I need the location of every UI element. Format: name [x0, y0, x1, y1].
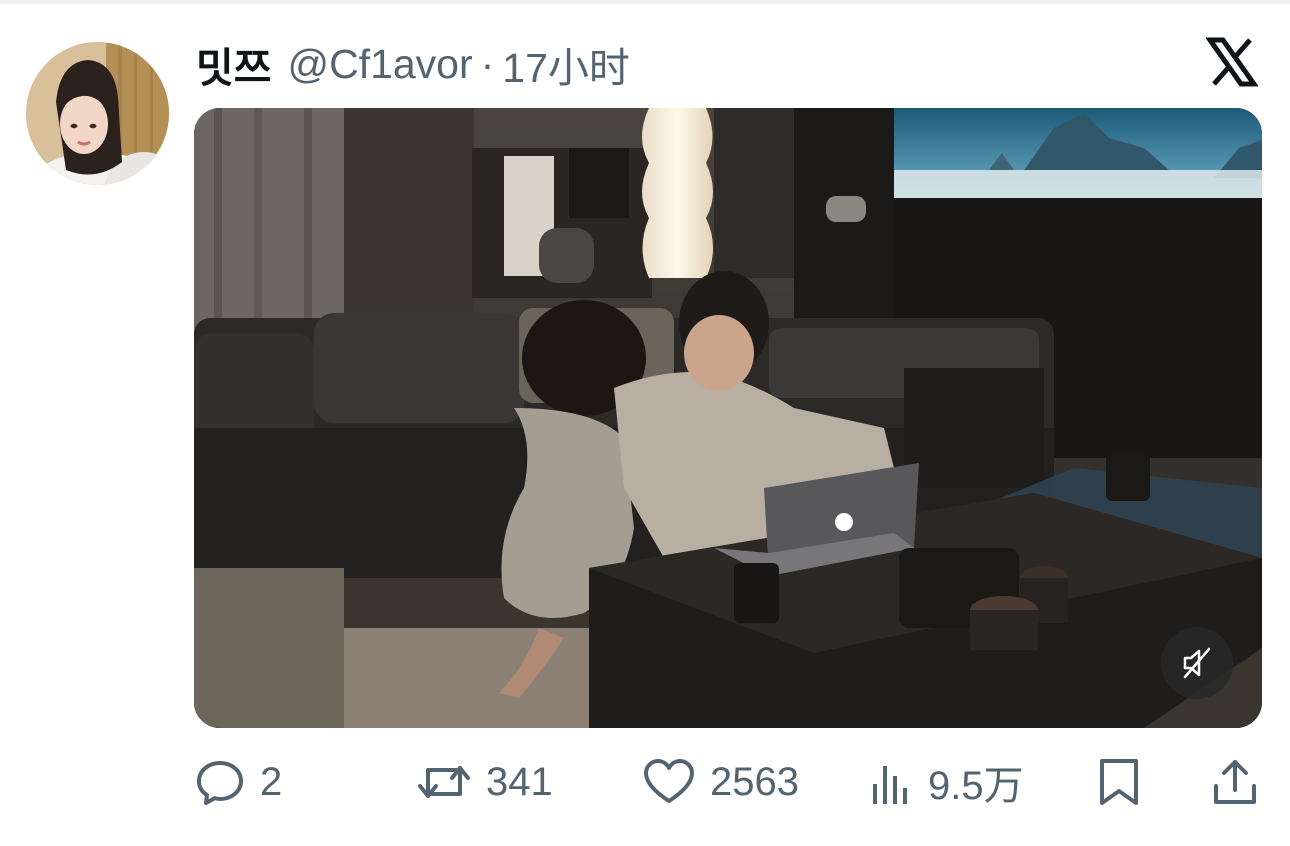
- muted-speaker-icon: [1183, 647, 1211, 679]
- timestamp[interactable]: 17小时: [502, 34, 630, 94]
- tweet-header: 밋쯔 @Cf1avor · 17小时: [196, 38, 630, 92]
- bookmark-icon: [1096, 756, 1142, 808]
- mute-button[interactable]: [1161, 627, 1233, 699]
- views-icon: [870, 756, 914, 808]
- video-player[interactable]: [194, 108, 1262, 728]
- views-count: 9.5万: [928, 764, 1024, 808]
- views-button[interactable]: 9.5万: [870, 752, 1024, 812]
- reply-button[interactable]: 2: [194, 752, 282, 812]
- bookmark-button[interactable]: [1096, 752, 1142, 812]
- reply-icon: [194, 756, 246, 808]
- top-divider: [0, 0, 1290, 4]
- tweet-actions: 2 341 2563 9.5万: [194, 752, 1266, 812]
- repost-count: 341: [486, 759, 553, 804]
- x-logo-icon[interactable]: [1205, 36, 1259, 88]
- heart-icon: [642, 756, 696, 808]
- video-frame: [194, 108, 1262, 728]
- display-name[interactable]: 밋쯔: [196, 34, 271, 94]
- like-count: 2563: [710, 759, 799, 804]
- like-button[interactable]: 2563: [642, 752, 799, 812]
- avatar-image: [26, 42, 169, 185]
- reply-count: 2: [260, 759, 283, 804]
- share-button[interactable]: [1210, 752, 1260, 812]
- repost-icon: [416, 756, 472, 808]
- avatar[interactable]: [26, 42, 169, 185]
- repost-button[interactable]: 341: [416, 752, 553, 812]
- separator-dot: ·: [480, 40, 495, 87]
- user-handle[interactable]: @Cf1avor: [287, 41, 472, 88]
- share-icon: [1210, 756, 1260, 808]
